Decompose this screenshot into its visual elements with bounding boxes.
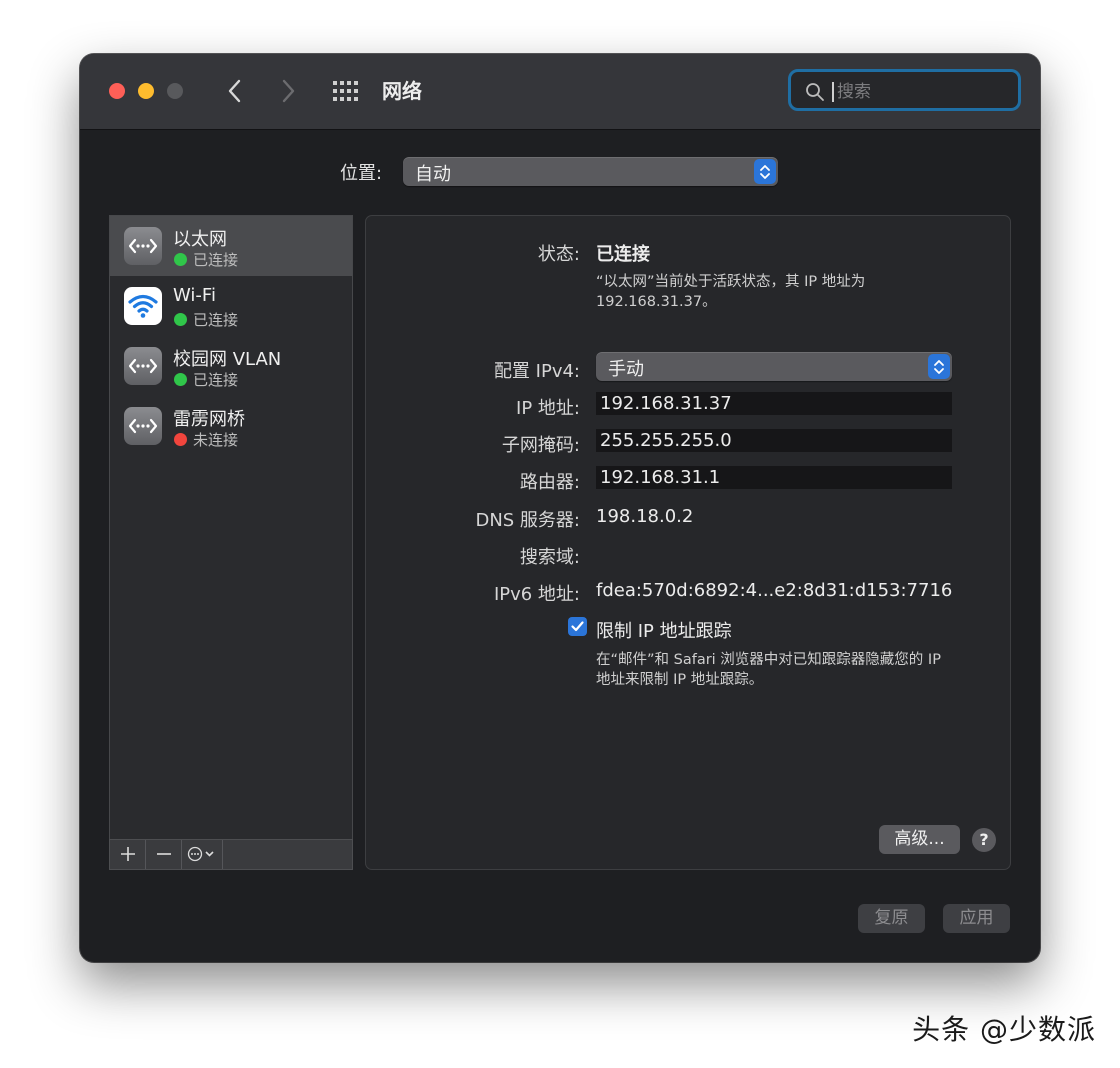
service-list: 以太网 已连接 Wi-Fi 已连接 校园网 VLAN 已连接 雷雳网桥 未连接 [109,215,353,870]
up-down-chevron-icon [754,159,776,184]
ip-address-label: IP 地址: [516,398,580,419]
service-status: 已连接 [193,251,239,269]
status-dot [174,253,187,266]
service-item-thunderbolt-bridge[interactable]: 雷雳网桥 未连接 [110,396,352,456]
search-icon [806,83,824,101]
configure-ipv4-label: 配置 IPv4: [493,361,580,382]
service-item-campus-vlan[interactable]: 校园网 VLAN 已连接 [110,336,352,396]
location-label: 位置: [340,163,383,184]
service-status: 已连接 [193,311,239,329]
subnet-mask-field[interactable] [596,429,952,452]
limit-ip-tracking-description: 在“邮件”和 Safari 浏览器中对已知跟踪器隐藏您的 IP 地址来限制 IP… [596,652,941,688]
revert-button[interactable]: 复原 [858,904,925,933]
subnet-mask-label: 子网掩码: [501,435,580,456]
action-menu-button[interactable] [182,840,223,869]
wifi-icon [124,287,162,325]
router-field[interactable] [596,466,952,489]
chevron-left-icon [228,79,241,103]
service-status: 未连接 [193,431,239,449]
dns-server-value: 198.18.0.2 [596,506,694,527]
router-label: 路由器: [519,472,580,493]
up-down-chevron-icon [928,354,950,379]
ipv6-address-value: fdea:570d:6892:4...e2:8d31:d153:7716 [596,580,953,601]
status-description: “以太网”当前处于活跃状态，其 IP 地址为 192.168.31.37。 [596,274,866,310]
search-input[interactable] [835,78,1009,106]
minus-icon [156,853,171,855]
watermark: 头条 @少数派 [912,1013,1096,1046]
zoom-window-button[interactable] [167,83,183,99]
forward-button[interactable] [273,76,303,106]
ip-address-field[interactable] [596,392,952,415]
dns-server-label: DNS 服务器: [475,510,580,531]
search-field[interactable] [788,69,1021,111]
service-item-wifi[interactable]: Wi-Fi 已连接 [110,276,352,336]
service-name: 以太网 [173,229,227,250]
location-value: 自动 [415,164,451,185]
minimize-window-button[interactable] [138,83,154,99]
apply-button[interactable]: 应用 [943,904,1010,933]
limit-ip-tracking-label[interactable]: 限制 IP 地址跟踪 [596,617,732,643]
service-detail-panel: 状态: 已连接 “以太网”当前处于活跃状态，其 IP 地址为 192.168.3… [365,215,1011,870]
search-domain-label: 搜索域: [519,547,580,568]
ipv6-address-label: IPv6 地址: [493,584,580,605]
checkmark-icon [571,621,584,632]
status-value: 已连接 [596,244,650,265]
ethernet-icon [124,227,162,265]
text-cursor [832,82,834,102]
chevron-right-icon [282,79,295,103]
status-dot [174,313,187,326]
close-window-button[interactable] [109,83,125,99]
configure-ipv4-popup[interactable]: 手动 [596,352,952,381]
add-service-button[interactable] [110,840,146,869]
service-status: 已连接 [193,371,239,389]
ethernet-icon [124,347,162,385]
service-list-toolbar [109,839,353,870]
remove-service-button[interactable] [146,840,182,869]
network-preferences-window: 网络 位置: 自动 以太网 已连接 [80,54,1040,962]
help-button[interactable]: ? [972,828,996,852]
back-button[interactable] [220,76,250,106]
service-item-ethernet[interactable]: 以太网 已连接 [110,216,352,276]
service-name: Wi-Fi [173,285,216,306]
advanced-button[interactable]: 高级... [879,825,960,854]
title-bar: 网络 [80,54,1040,130]
window-title: 网络 [382,79,422,103]
configure-ipv4-value: 手动 [608,359,644,380]
ethernet-icon [124,407,162,445]
status-label: 状态: [537,244,580,265]
plus-icon [120,847,135,861]
status-dot [174,433,187,446]
service-name: 校园网 VLAN [173,349,282,370]
ellipsis-circle-icon [187,846,214,862]
show-all-button[interactable] [332,80,360,102]
limit-ip-tracking-checkbox[interactable] [568,617,587,636]
status-dot [174,373,187,386]
location-popup[interactable]: 自动 [403,157,778,186]
service-name: 雷雳网桥 [173,409,245,430]
grid-icon [333,81,358,101]
